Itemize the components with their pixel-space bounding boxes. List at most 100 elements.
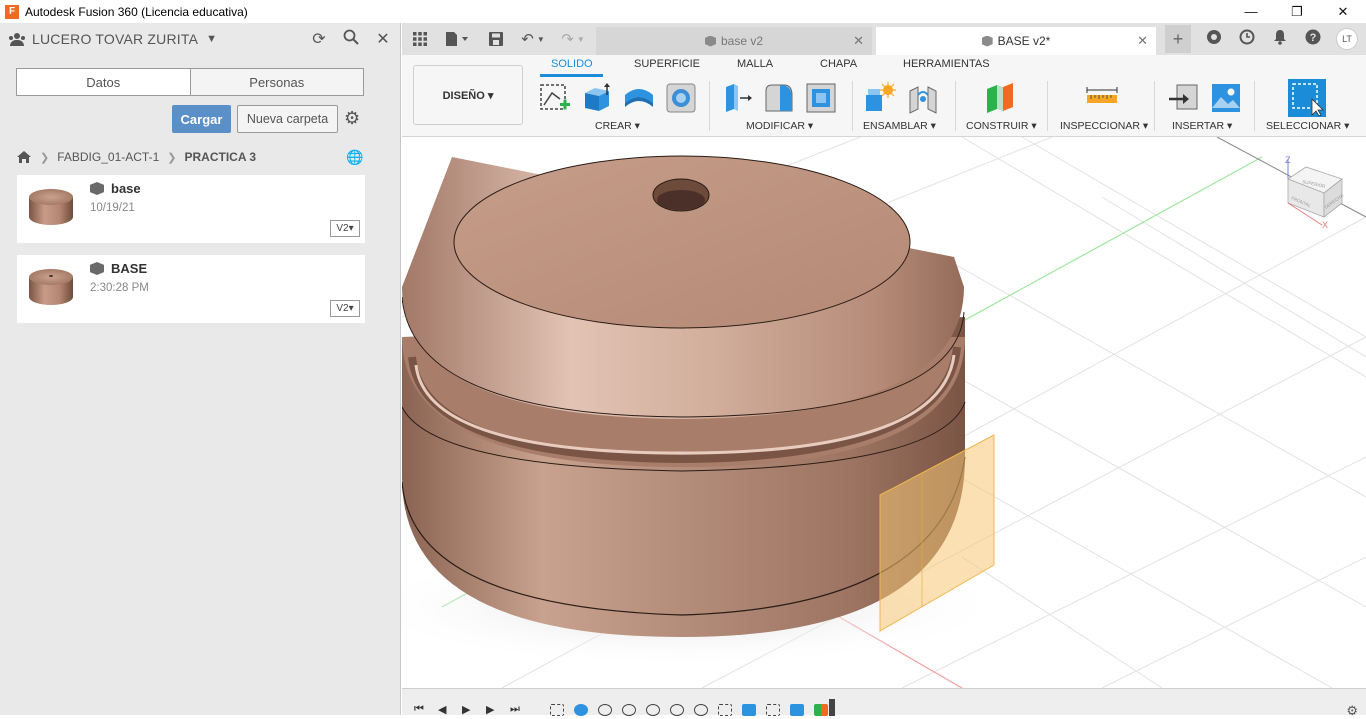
offset-plane-icon[interactable] [983,81,1017,115]
separator [1254,81,1255,131]
go-to-start-icon[interactable]: ⏮ [414,703,424,716]
data-people-switch: Datos Personas [16,68,364,96]
close-tab-icon[interactable]: ✕ [853,33,864,49]
save-icon[interactable] [486,23,506,55]
search-icon[interactable] [342,29,360,50]
group-seleccionar[interactable]: SELECCIONAR ▾ [1266,120,1349,132]
gear-icon[interactable]: ⚙ [344,108,360,129]
help-icon[interactable]: ? [1303,29,1323,49]
hole-interior [657,190,705,210]
new-tab-button[interactable]: + [1165,25,1191,53]
group-construir[interactable]: CONSTRUIR ▾ [966,120,1037,132]
timeline-marker[interactable] [829,699,835,716]
file-card[interactable]: BASE 2:30:28 PM V2▾ [17,255,365,323]
step-forward-icon[interactable]: ▶ [486,703,494,716]
timeline-feature-icon[interactable] [622,704,636,716]
insert-canvas-icon[interactable] [1209,81,1243,115]
undo-icon[interactable]: ↶ ▼ [518,23,548,55]
tab-herramientas[interactable]: HERRAMIENTAS [903,58,990,70]
create-sketch-icon[interactable] [538,81,572,115]
timeline-settings-gear-icon[interactable]: ⚙ [1346,703,1358,719]
svg-text:?: ? [1310,32,1317,44]
revolve-icon[interactable] [622,81,656,115]
go-to-end-icon[interactable]: ⏭ [510,703,520,716]
breadcrumb-separator: ❯ [40,151,50,164]
timeline-plane-icon[interactable] [814,704,828,716]
timeline-feature-icon[interactable] [598,704,612,716]
insert-derive-icon[interactable] [1167,81,1201,115]
measure-icon[interactable] [1085,81,1119,115]
fillet-icon[interactable] [762,81,796,115]
upload-button[interactable]: Cargar [172,105,231,133]
3d-viewport[interactable]: Z SUPERIOR FRONTAL DERECHA X [402,137,1366,688]
file-card[interactable]: base 10/19/21 V2▾ [17,175,365,243]
new-component-icon[interactable] [862,81,896,115]
restore-button[interactable]: ❐ [1274,0,1320,23]
tab-base-v2[interactable]: base v2 ✕ [596,27,872,55]
close-panel-icon[interactable]: ✕ [374,29,392,49]
timeline-extrude-icon[interactable] [742,704,756,716]
separator [709,81,710,131]
ribbon-toolbar: DISEÑO ▾ SOLIDO SUPERFICIE MALLA CHAPA H… [402,55,1366,137]
group-ensamblar[interactable]: ENSAMBLAR ▾ [863,120,936,132]
hole-icon[interactable] [664,81,698,115]
chevron-down-icon[interactable]: ▼ [206,33,217,45]
breadcrumb-project[interactable]: FABDIG_01-ACT-1 [57,150,159,164]
new-folder-button[interactable]: Nueva carpeta [237,105,338,133]
tab-personas[interactable]: Personas [189,69,364,95]
group-modificar[interactable]: MODIFICAR ▾ [746,120,813,132]
timeline-feature-icon[interactable] [670,704,684,716]
title-bar: F Autodesk Fusion 360 (Licencia educativ… [0,0,1366,23]
tab-chapa[interactable]: CHAPA [820,58,857,70]
extrude-icon[interactable] [580,81,614,115]
minimize-button[interactable]: — [1228,0,1274,23]
design-file-icon [90,262,104,275]
notifications-bell-icon[interactable] [1270,29,1290,49]
joint-icon[interactable] [906,81,940,115]
separator [1154,81,1155,131]
job-status-icon[interactable] [1237,29,1257,49]
file-date: 2:30:28 PM [90,282,149,294]
tab-base-v2-active[interactable]: BASE v2* ✕ [876,27,1156,55]
file-date: 10/19/21 [90,202,135,214]
close-window-button[interactable]: ✕ [1320,0,1366,23]
group-crear[interactable]: CREAR ▾ [595,120,640,132]
model-thumbnail [25,185,77,233]
tab-solido[interactable]: SOLIDO [551,58,593,70]
timeline-sketch-icon[interactable] [718,704,732,716]
tab-malla[interactable]: MALLA [737,58,773,70]
globe-icon[interactable]: 🌐 [346,149,363,166]
model-canvas[interactable]: Z SUPERIOR FRONTAL DERECHA X [402,137,1366,688]
step-back-icon[interactable]: ◀ [438,703,446,716]
file-menu-icon[interactable] [442,23,472,55]
home-icon[interactable] [16,150,32,164]
team-icon [8,32,26,46]
refresh-icon[interactable]: ⟳ [310,29,328,49]
apps-grid-icon[interactable] [410,23,430,55]
group-insertar[interactable]: INSERTAR ▾ [1172,120,1232,132]
timeline-sketch-icon[interactable] [550,704,564,716]
view-cube[interactable]: Z SUPERIOR FRONTAL DERECHA X [1285,155,1344,230]
shell-icon[interactable] [804,81,838,115]
redo-icon[interactable]: ↷ ▼ [558,23,588,55]
group-inspeccionar[interactable]: INSPECCIONAR ▾ [1060,120,1148,132]
user-avatar[interactable]: LT [1336,28,1358,50]
separator [852,81,853,131]
close-tab-icon[interactable]: ✕ [1137,33,1148,49]
timeline-revolve-icon[interactable] [574,704,588,716]
tab-datos[interactable]: Datos [17,69,190,95]
version-dropdown[interactable]: V2▾ [330,220,360,237]
version-dropdown[interactable]: V2▾ [330,300,360,317]
timeline-extrude-icon[interactable] [790,704,804,716]
team-name[interactable]: LUCERO TOVAR ZURITA [32,31,198,47]
play-icon[interactable]: ▶ [462,703,470,716]
timeline-feature-icon[interactable] [646,704,660,716]
tab-superficie[interactable]: SUPERFICIE [634,58,700,70]
breadcrumb-folder: PRACTICA 3 [184,150,257,164]
press-pull-icon[interactable] [720,81,754,115]
select-icon[interactable] [1288,79,1326,117]
timeline-sketch-icon[interactable] [766,704,780,716]
timeline-feature-icon[interactable] [694,704,708,716]
workspace-switcher[interactable]: DISEÑO ▾ [413,65,523,125]
extensions-icon[interactable] [1204,29,1224,49]
